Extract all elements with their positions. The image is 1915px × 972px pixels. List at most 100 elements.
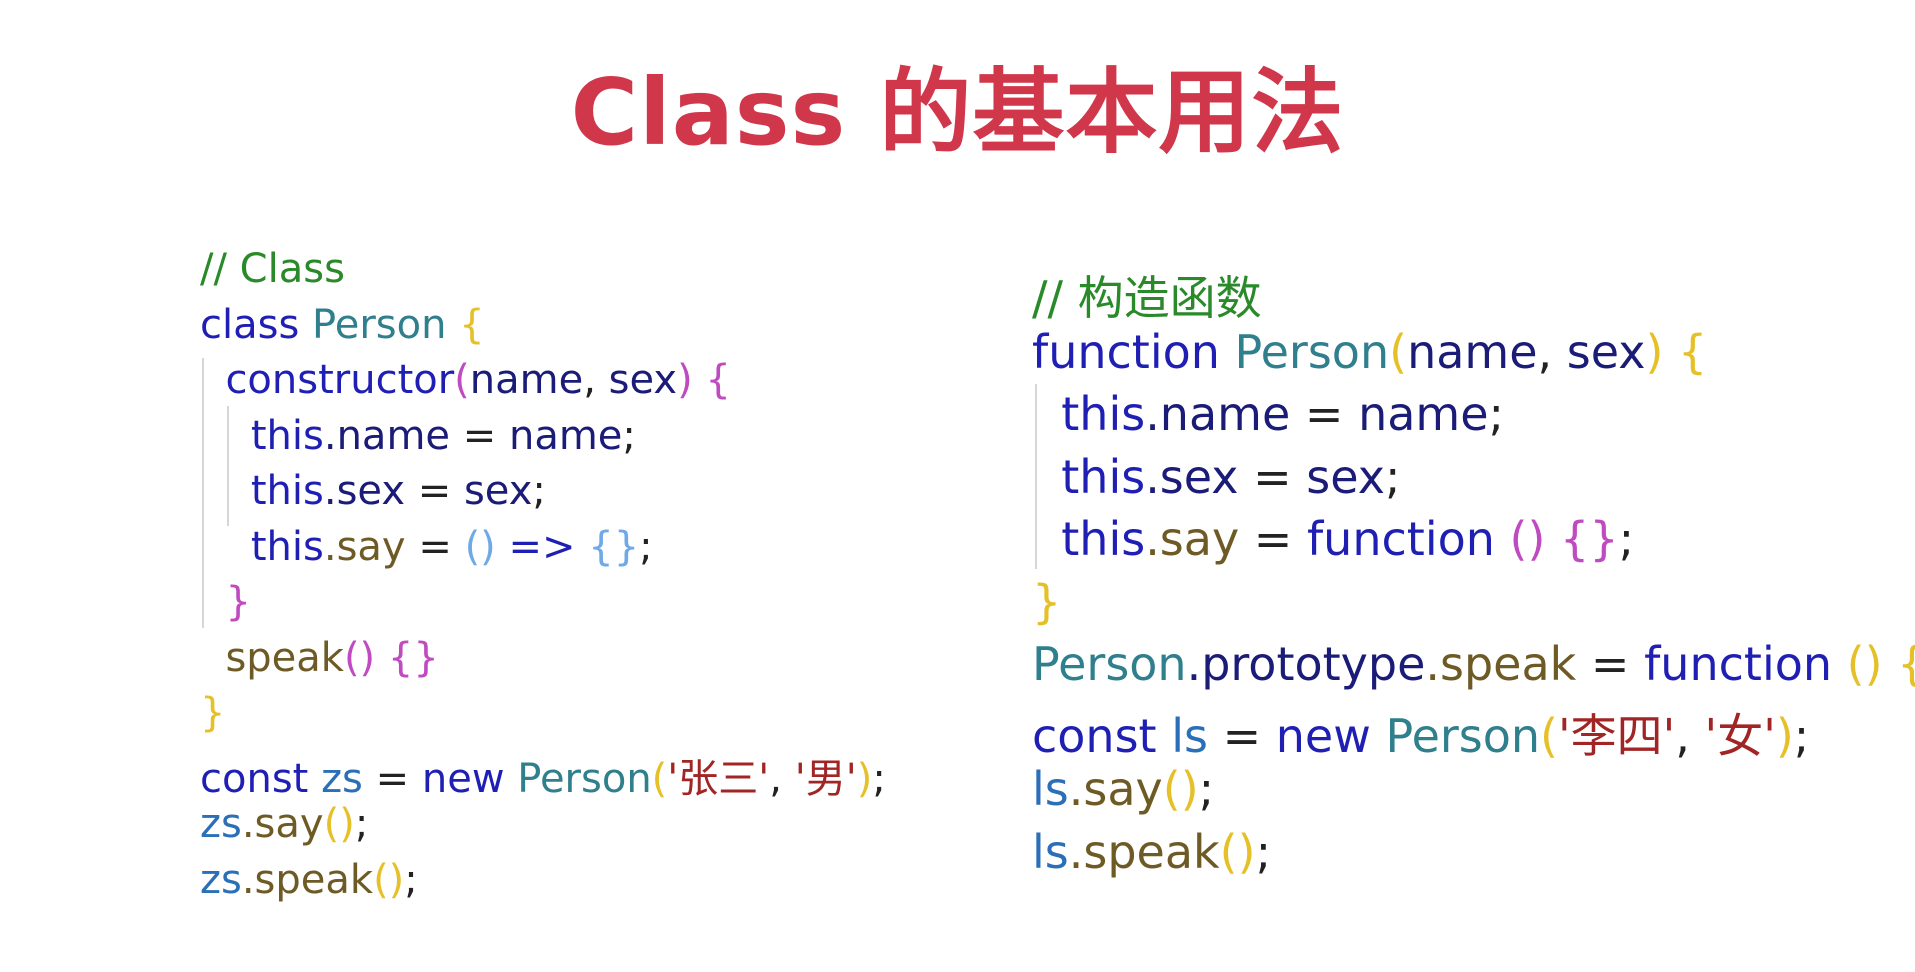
code-line: zs.speak(); [200, 857, 418, 903]
code-token: } [1032, 574, 1062, 629]
code-token: ; [1618, 512, 1635, 566]
code-line: const zs = new Person('张三', '男'); [200, 746, 886, 804]
code-token: { [1678, 324, 1708, 379]
code-token: .sex [1145, 449, 1239, 504]
code-line: } [1032, 575, 1061, 629]
code-token: ; [404, 856, 418, 903]
code-token: // 构造函数 [1032, 271, 1262, 325]
code-token: () [1162, 762, 1199, 816]
code-line: this.say = function () {}; [1032, 512, 1634, 566]
code-token: .name [323, 412, 451, 459]
code-token: .name [1145, 387, 1291, 441]
code-token: ; [354, 801, 369, 847]
code-token: .prototype [1186, 637, 1426, 691]
code-token: {} [387, 634, 439, 681]
code-token: .speak [1425, 637, 1577, 691]
code-token: , [1675, 708, 1705, 763]
code-token: ; [872, 755, 886, 802]
indent-guide [1035, 384, 1037, 569]
code-token: ) [1645, 324, 1679, 379]
code-line: } [200, 690, 225, 736]
code-token: .say [1068, 762, 1163, 816]
code-token: '女' [1704, 708, 1776, 763]
code-token: Person [312, 301, 460, 348]
code-token: { [705, 357, 731, 403]
code-token: new [1275, 708, 1386, 763]
code-token: {} [1560, 512, 1619, 566]
code-token: ( [651, 755, 668, 802]
code-token: '男' [794, 755, 857, 802]
code-token: {} [1897, 637, 1915, 691]
code-token: function [1032, 324, 1235, 379]
code-token: zs [321, 755, 363, 802]
code-token: () [1219, 824, 1256, 879]
code-token: Person [1385, 708, 1541, 763]
indent-guide [227, 406, 229, 526]
code-token: , [769, 755, 795, 802]
code-token: '张三' [667, 755, 770, 802]
code-token: this [250, 412, 324, 459]
code-token: ( [1389, 324, 1408, 379]
code-line: this.name = name; [200, 413, 636, 459]
code-token: ; [1793, 708, 1810, 763]
code-token: ) [856, 755, 873, 802]
code-token: ; [1198, 762, 1215, 816]
code-line: this.name = name; [1032, 387, 1504, 441]
code-token: = [1238, 449, 1307, 504]
code-line: Person.prototype.speak = function () {}; [1032, 637, 1915, 691]
code-token: const [200, 755, 322, 802]
code-line: zs.say(); [200, 801, 368, 847]
code-token: .say [1145, 512, 1240, 566]
code-token: function [1306, 512, 1510, 566]
code-token: .say [323, 523, 406, 570]
code-token: Person [1234, 324, 1390, 379]
code-token: this [1061, 512, 1146, 566]
code-line: } [200, 579, 250, 625]
code-token: sex [1306, 449, 1385, 504]
code-token: ; [1255, 824, 1272, 879]
code-token: .speak [1068, 824, 1220, 879]
code-line: const ls = new Person('李四', '女'); [1032, 700, 1809, 766]
code-line: speak() {} [200, 634, 439, 681]
code-token: = [1207, 708, 1276, 763]
code-token: ; [532, 468, 546, 514]
code-token: sex [1566, 324, 1646, 379]
code-token: name [1407, 324, 1538, 379]
code-line: ls.speak(); [1032, 825, 1271, 879]
code-token: .sex [323, 468, 405, 514]
code-token: ( [1540, 708, 1558, 763]
code-token: this [250, 523, 324, 570]
code-token: () [1846, 637, 1883, 691]
code-token: const [1032, 708, 1172, 763]
code-token: ; [639, 523, 653, 570]
code-token: class [200, 301, 313, 348]
code-token: = [1576, 637, 1645, 691]
code-token: () [343, 634, 376, 681]
code-token: ; [1384, 449, 1401, 504]
code-line: ls.say(); [1032, 762, 1214, 816]
code-line: class Person { [200, 302, 485, 348]
indent-guide [202, 358, 204, 628]
code-token: ( [454, 357, 470, 403]
code-line: // Class [200, 246, 345, 292]
code-token: ) [677, 357, 706, 403]
code-token: { [459, 301, 485, 348]
code-token: () [1509, 512, 1546, 566]
page-title: Class 的基本用法 [570, 59, 1345, 166]
code-token: = [450, 412, 509, 459]
code-token: Person [1032, 637, 1187, 691]
code-line: this.say = () => {}; [200, 524, 653, 570]
code-token: ; [1488, 387, 1505, 441]
code-token: '李四' [1558, 708, 1676, 763]
code-token: name [508, 412, 623, 459]
code-token: this [1061, 387, 1146, 441]
code-token: ) [1775, 708, 1794, 763]
code-line: constructor(name, sex) { [200, 357, 731, 403]
code-token: sex [463, 468, 533, 514]
code-token: ls [1032, 824, 1069, 879]
